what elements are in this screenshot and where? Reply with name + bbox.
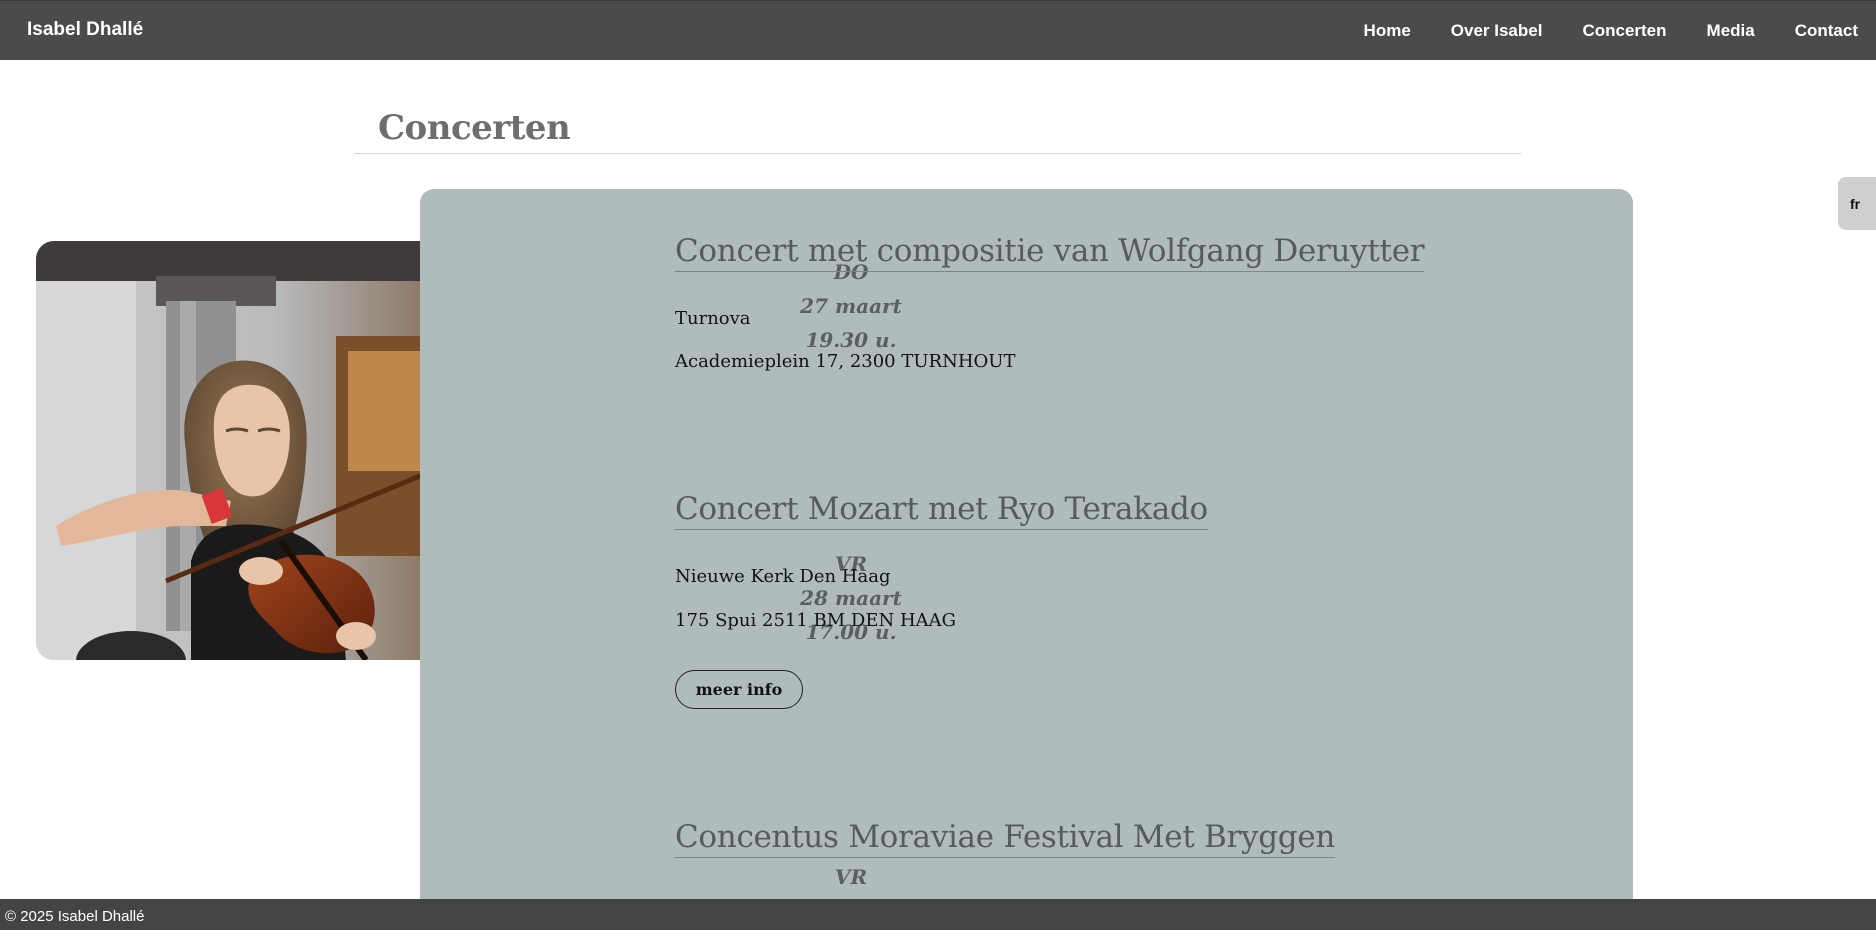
event-3-day: VR <box>834 865 868 889</box>
event-1-address: Academieplein 17, 2300 TURNHOUT <box>675 351 1016 372</box>
page-title: Concerten <box>378 108 571 148</box>
footer: © 2025 Isabel Dhallé <box>0 899 1876 930</box>
footer-copyright: © 2025 Isabel Dhallé <box>5 908 145 925</box>
navbar: Isabel Dhallé Home Over Isabel Concerten… <box>0 0 1876 60</box>
meer-info-button[interactable]: meer info <box>675 670 803 709</box>
brand-link[interactable]: Isabel Dhallé <box>27 19 143 41</box>
event-2-address: 175 Spui 2511 BM DEN HAAG <box>675 610 957 631</box>
nav-link-media[interactable]: Media <box>1707 21 1755 41</box>
title-divider <box>354 153 1521 154</box>
nav-link-concerten[interactable]: Concerten <box>1582 21 1666 41</box>
concerts-panel: DO 27 maart 19.30 u. Concert met composi… <box>420 189 1633 930</box>
event-3-title[interactable]: Concentus Moraviae Festival Met Bryggen <box>675 819 1335 858</box>
event-1-venue: Turnova <box>675 308 751 329</box>
nav-link-contact[interactable]: Contact <box>1795 21 1858 41</box>
event-1-title[interactable]: Concert met compositie van Wolfgang Deru… <box>675 233 1425 272</box>
event-1-day-date: 27 maart <box>800 294 902 318</box>
language-toggle[interactable]: fr <box>1838 177 1876 230</box>
event-3-date: VR <box>736 860 966 894</box>
main-nav: Home Over Isabel Concerten Media Contact <box>1364 1 1876 61</box>
event-2-date: VR 28 maart 17.00 u. <box>736 547 966 649</box>
event-2-title[interactable]: Concert Mozart met Ryo Terakado <box>675 491 1208 530</box>
event-2-venue: Nieuwe Kerk Den Haag <box>675 566 891 587</box>
nav-link-over-isabel[interactable]: Over Isabel <box>1451 21 1543 41</box>
violinist-photo <box>36 241 432 660</box>
nav-link-home[interactable]: Home <box>1364 21 1411 41</box>
